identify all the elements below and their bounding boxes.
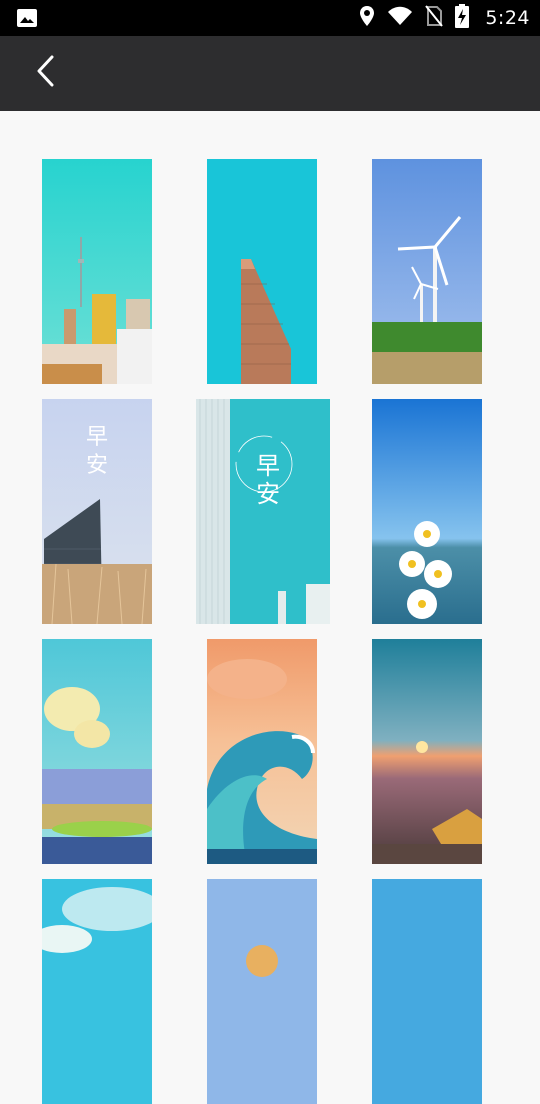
location-icon	[359, 5, 375, 32]
wallpaper-thumbnail[interactable]	[207, 159, 317, 384]
status-bar: 5:24	[0, 0, 540, 36]
wallpaper-thumbnail[interactable]	[372, 879, 482, 1104]
wallpaper-grid: 早安 早安	[0, 111, 540, 1104]
wallpaper-thumbnail[interactable]	[372, 399, 482, 624]
battery-charging-icon	[455, 3, 470, 33]
wifi-icon	[387, 6, 413, 31]
status-time: 5:24	[485, 7, 530, 29]
wallpaper-caption: 早安	[256, 452, 280, 508]
wallpaper-thumbnail[interactable]: 早安	[42, 399, 152, 624]
app-bar	[0, 36, 540, 111]
chevron-left-icon	[36, 55, 56, 92]
status-icons: 5:24	[359, 0, 530, 36]
back-button[interactable]	[24, 50, 68, 96]
wallpaper-thumbnail[interactable]	[372, 159, 482, 384]
wallpaper-thumbnail[interactable]	[207, 639, 317, 864]
wallpaper-thumbnail[interactable]	[42, 639, 152, 864]
wallpaper-thumbnail[interactable]	[372, 639, 482, 864]
no-sim-icon	[425, 4, 444, 32]
image-icon	[16, 8, 38, 28]
wallpaper-thumbnail[interactable]	[207, 879, 317, 1104]
wallpaper-thumbnail[interactable]	[42, 879, 152, 1104]
wallpaper-thumbnail[interactable]: 早安	[196, 399, 330, 624]
wallpaper-thumbnail[interactable]	[42, 159, 152, 384]
